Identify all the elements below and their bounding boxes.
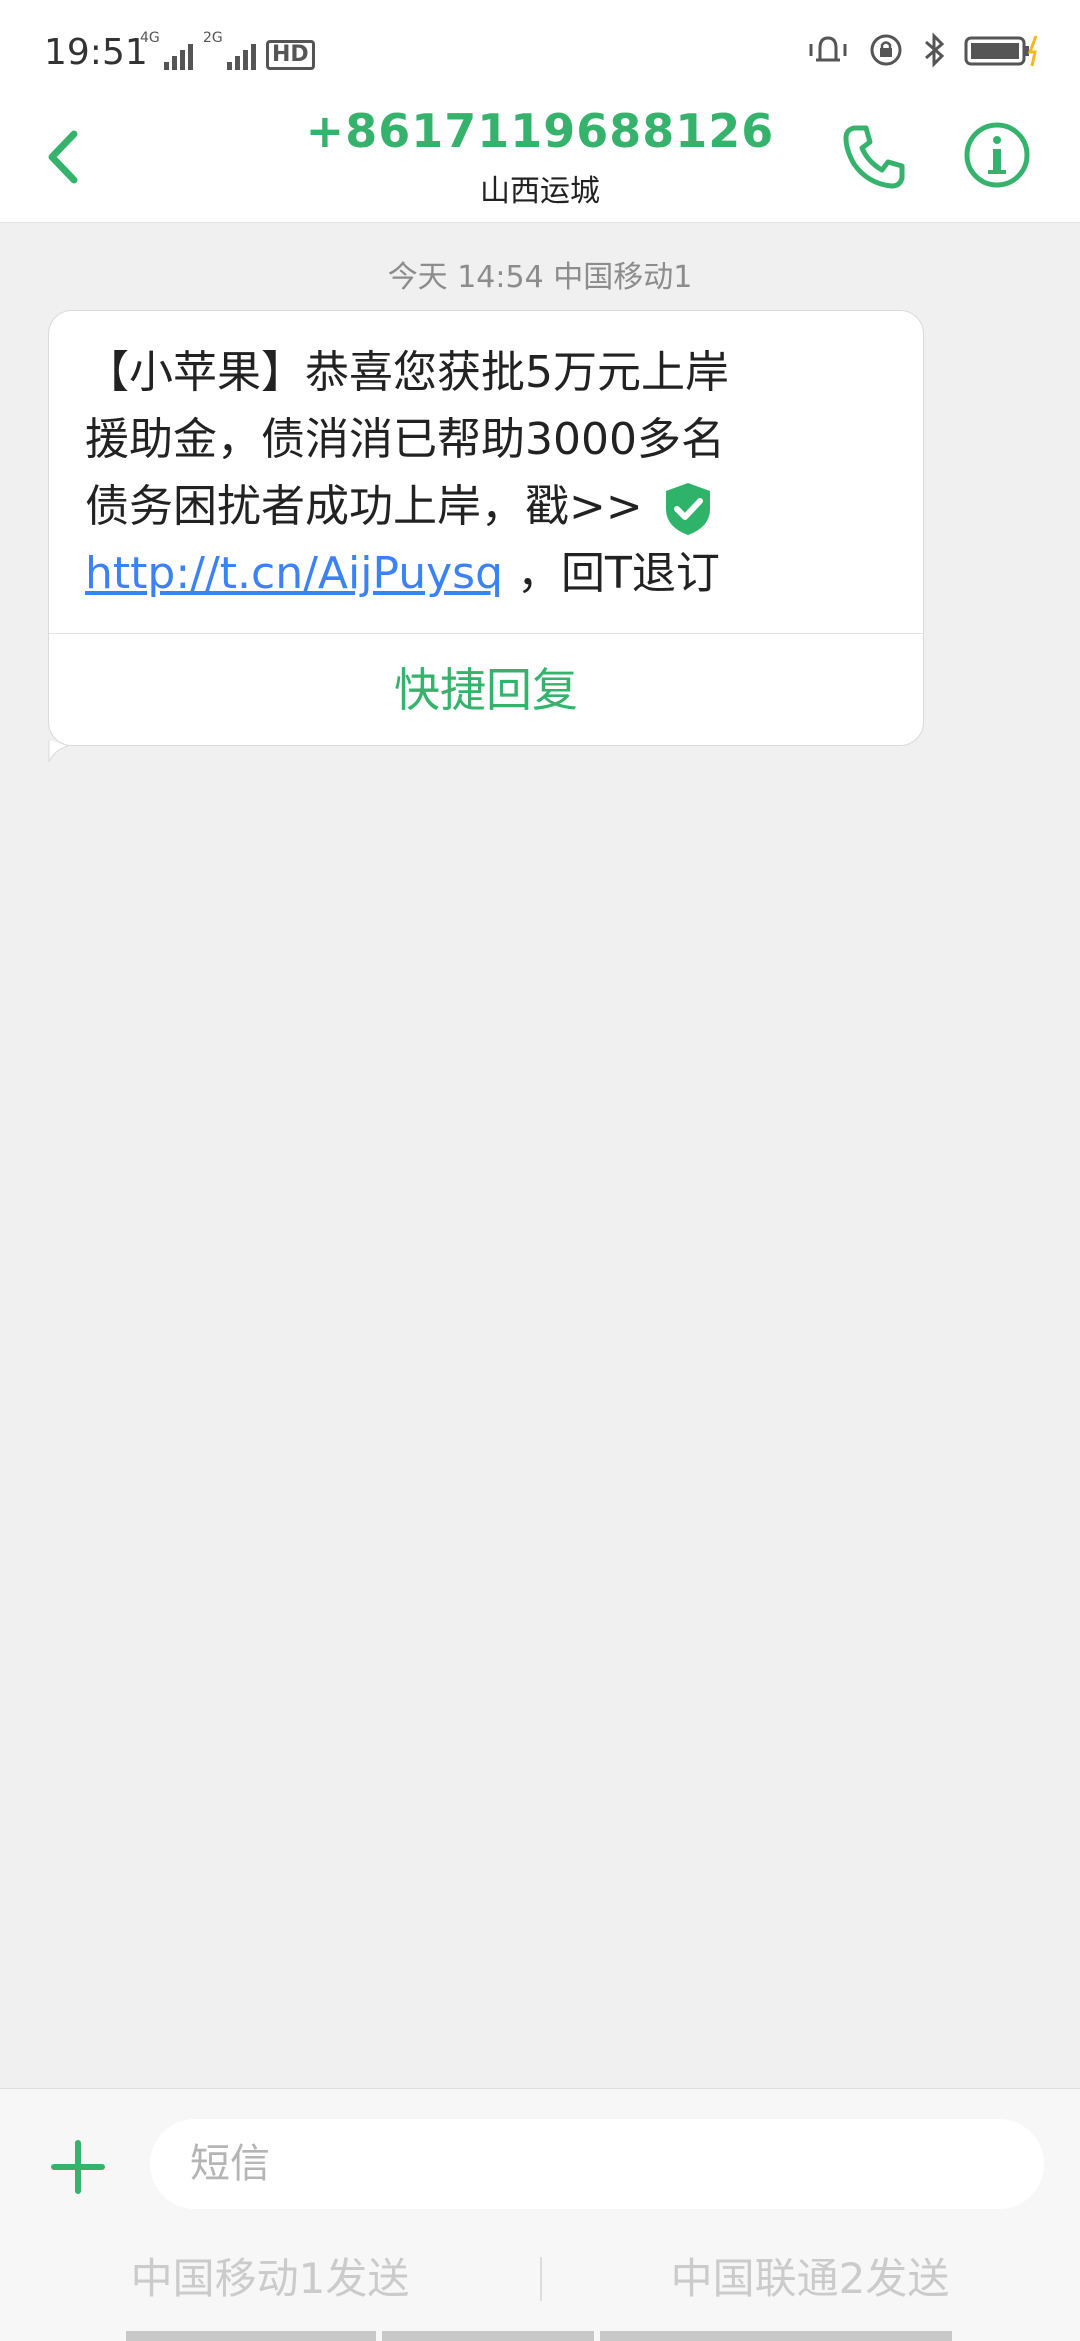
- send-sim2-button[interactable]: 中国联通2发送: [580, 2239, 1040, 2319]
- message-line-link: http://t.cn/AijPuysq ，回T退订: [85, 548, 720, 599]
- send-sim1-button[interactable]: 中国移动1发送: [40, 2239, 500, 2319]
- message-line: 【小苹果】恭喜您获批5万元上岸: [85, 347, 729, 398]
- bluetooth-icon: [925, 32, 945, 68]
- message-timestamp: 今天 14:54 中国移动1: [387, 260, 693, 295]
- signal-4g-icon: 4G: [140, 30, 193, 70]
- signal-2g-icon: 2G: [203, 30, 256, 70]
- system-icons: [806, 32, 1040, 68]
- status-bar: 19:51 4G 2G HD: [0, 0, 1080, 100]
- bubble-tail: [48, 740, 69, 763]
- conversation-header: +8617119688126 山西运城: [0, 100, 1080, 223]
- vibrate-icon: [809, 36, 847, 62]
- quick-reply-button[interactable]: 快捷回复: [49, 634, 923, 746]
- message-bubble[interactable]: 【小苹果】恭喜您获批5万元上岸 援助金，债消消已帮助3000多名 债务困扰者成功…: [48, 310, 924, 746]
- info-icon[interactable]: [962, 120, 1032, 190]
- status-time: 19:51: [44, 32, 148, 73]
- message-link[interactable]: http://t.cn/AijPuysq: [85, 548, 503, 599]
- send-divider: [540, 2257, 542, 2301]
- call-icon[interactable]: [838, 120, 912, 194]
- network-icons: 4G 2G HD: [140, 30, 315, 70]
- hd-voice-icon: HD: [266, 40, 315, 70]
- rotation-lock-icon: [870, 34, 902, 66]
- add-attachment-icon[interactable]: [50, 2139, 106, 2195]
- battery-icon: [964, 35, 1038, 67]
- contact-phone-number: +8617119688126: [305, 104, 775, 158]
- message-text: 【小苹果】恭喜您获批5万元上岸 援助金，债消消已帮助3000多名 债务困扰者成功…: [85, 339, 865, 607]
- message-line: 援助金，债消消已帮助3000多名: [85, 414, 725, 465]
- sms-input[interactable]: [150, 2119, 1044, 2209]
- message-line-with-badge: 债务困扰者成功上岸，戳>>: [85, 473, 865, 540]
- contact-location: 山西运城: [480, 174, 600, 209]
- compose-bar: 中国移动1发送 中国联通2发送: [0, 2088, 1080, 2341]
- verified-shield-icon: [665, 483, 710, 535]
